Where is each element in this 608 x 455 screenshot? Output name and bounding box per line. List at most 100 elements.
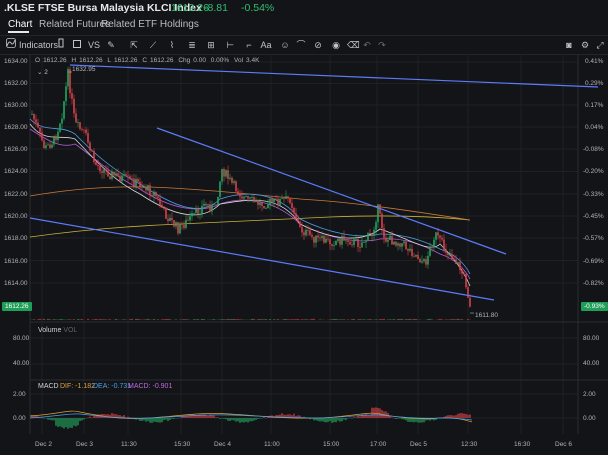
- indicators-button[interactable]: Indicators: [19, 38, 58, 52]
- candle-body: [247, 195, 249, 199]
- candle-body: [133, 178, 135, 187]
- settings-icon[interactable]: ⚙: [580, 38, 590, 52]
- volume-bar: [139, 319, 141, 320]
- candle-body: [31, 113, 33, 115]
- hide-drawings-icon[interactable]: ⊘: [313, 38, 323, 52]
- volume-bar: [285, 319, 287, 320]
- candle-body: [175, 222, 177, 227]
- macd-bar: [393, 417, 395, 419]
- macd-bar: [89, 416, 91, 418]
- fullscreen-icon[interactable]: ⤢: [595, 38, 605, 52]
- date-tick: Dec 6: [555, 441, 572, 448]
- candle-body: [59, 123, 61, 132]
- vol-label: Vol: [234, 57, 244, 64]
- bar-style-icon[interactable]: [56, 38, 66, 52]
- channel-tool-icon[interactable]: ⌇: [167, 38, 177, 52]
- tab-related-etf-holdings[interactable]: Related ETF Holdings: [101, 19, 199, 30]
- brush-tool-icon[interactable]: ⌐: [244, 38, 254, 52]
- volume-bar: [445, 319, 447, 320]
- macd-bar: [399, 418, 401, 419]
- text-tool-button[interactable]: Aa: [260, 38, 272, 52]
- eye-icon[interactable]: ◉: [331, 38, 341, 52]
- magnet-icon[interactable]: ⌒: [296, 38, 306, 52]
- macd-bar: [179, 417, 181, 419]
- volume-bar: [167, 318, 169, 320]
- volume-bar: [195, 319, 197, 320]
- macd-bar: [243, 418, 245, 423]
- candle-body: [289, 198, 291, 204]
- macd-bar: [83, 418, 85, 420]
- chart-area[interactable]: O 1612.26 H 1612.26 L 1612.26 C 1612.26 Chg 0…: [0, 54, 608, 434]
- candle-body: [399, 243, 401, 247]
- indicators-icon[interactable]: [6, 38, 16, 52]
- collapse-count[interactable]: ⌄ 2: [37, 68, 48, 76]
- volume-bar: [61, 319, 63, 320]
- title-bar: .KLSE FTSE Bursa Malaysia KLCI Index 161…: [0, 0, 608, 16]
- compare-vs-button[interactable]: VS: [88, 38, 100, 52]
- macd-bar: [225, 418, 227, 420]
- undo-icon[interactable]: ↶: [362, 38, 372, 52]
- volume-bar: [273, 319, 275, 320]
- square-icon[interactable]: [72, 38, 82, 52]
- fib-tool-icon[interactable]: ≣: [187, 38, 197, 52]
- macd-bar: [213, 415, 215, 418]
- volume-bar: [103, 319, 105, 320]
- macd-bar: [63, 418, 65, 429]
- macd-bar: [449, 415, 451, 418]
- candle-body: [461, 270, 463, 274]
- volume-bar: [227, 318, 229, 320]
- volume-bar: [455, 319, 457, 320]
- macd-bar: [265, 417, 267, 419]
- icon-tool-icon[interactable]: ☺: [280, 38, 290, 52]
- candle-body: [221, 168, 223, 182]
- camera-icon[interactable]: ◙: [564, 38, 574, 52]
- line-tool-icon[interactable]: ⟋: [148, 38, 158, 52]
- candle-body: [365, 240, 367, 243]
- volume-bar: [137, 318, 139, 320]
- candle-body: [383, 228, 385, 238]
- volume-bar: [239, 319, 241, 320]
- candle-body: [395, 241, 397, 246]
- macd-bar: [43, 418, 45, 419]
- macd-tick-right: 2.00: [583, 391, 596, 398]
- candle-body: [69, 69, 71, 94]
- candle-body: [191, 213, 193, 217]
- date-tick: 11:00: [264, 441, 280, 448]
- cursor-icon[interactable]: ⇱: [129, 38, 139, 52]
- tab-chart[interactable]: Chart: [8, 19, 32, 30]
- chart-canvas[interactable]: [0, 54, 608, 434]
- macd-bar: [331, 418, 333, 423]
- redo-icon[interactable]: ↷: [377, 38, 387, 52]
- date-tick: Dec 5: [410, 441, 427, 448]
- draw-tool-icon[interactable]: ✎: [106, 38, 116, 52]
- volume-bar: [253, 318, 255, 320]
- volume-bar: [47, 318, 49, 320]
- volume-tick: 40.00: [13, 360, 30, 367]
- candle-body: [351, 244, 353, 246]
- price-tick: 1628.00: [4, 124, 28, 131]
- macd-bar: [355, 417, 357, 418]
- macd-bar: [65, 418, 67, 428]
- macd-bar: [407, 418, 409, 422]
- volume-bar: [233, 319, 235, 320]
- active-tab-indicator: [8, 31, 29, 33]
- candle-body: [347, 240, 349, 242]
- pattern-tool-icon[interactable]: ⊞: [206, 38, 216, 52]
- macd-bar: [73, 418, 75, 426]
- tab-related-futures[interactable]: Related Futures: [39, 19, 110, 30]
- volume-bar: [235, 319, 237, 320]
- candle-body: [255, 200, 257, 203]
- candle-body: [207, 204, 209, 206]
- candle-body: [137, 179, 139, 182]
- candle-body: [311, 234, 313, 237]
- candle-body: [303, 232, 305, 236]
- macd-bar: [255, 418, 257, 420]
- volume-bar: [449, 319, 451, 320]
- volume-bar: [303, 319, 305, 320]
- macd-bar: [329, 418, 331, 422]
- volume-bar: [175, 319, 177, 320]
- trash-icon[interactable]: ⌫: [347, 38, 360, 52]
- candle-body: [155, 191, 157, 197]
- measure-tool-icon[interactable]: ⊢: [225, 38, 235, 52]
- candle-body: [203, 203, 205, 206]
